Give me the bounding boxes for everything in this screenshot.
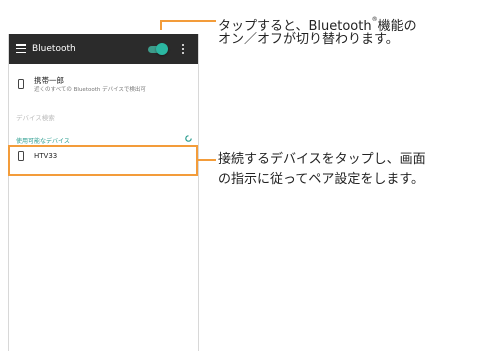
menu-icon[interactable]: [16, 44, 26, 54]
toggle-thumb: [156, 43, 168, 55]
available-devices-header: 使用可能なデバイス: [16, 138, 70, 145]
toggle-leader-horizontal: [160, 20, 216, 22]
device-highlight-box: [8, 145, 198, 176]
app-bar-title: Bluetooth: [32, 44, 76, 54]
refresh-spinner-icon: [185, 135, 192, 142]
device-search-button[interactable]: デバイス検索: [16, 112, 55, 122]
self-device-visibility: 近くのすべての Bluetooth デバイスで検出可: [34, 87, 146, 93]
device-leader: [198, 159, 216, 161]
device-callout-line1: 接続するデバイスをタップし、画面: [218, 152, 426, 167]
device-callout-line2: の指示に従ってペア設定をします。: [218, 172, 425, 187]
toggle-callout-line2: オン／オフが切り替わります。: [218, 32, 399, 47]
app-bar: Bluetooth: [9, 34, 198, 64]
phone-screen: Bluetooth 携帯一郎 近くのすべての Bluetooth デバイスで検出…: [8, 34, 199, 351]
phone-device-icon: [18, 79, 24, 89]
overflow-menu-icon[interactable]: [182, 44, 185, 55]
bluetooth-toggle[interactable]: [148, 43, 168, 55]
